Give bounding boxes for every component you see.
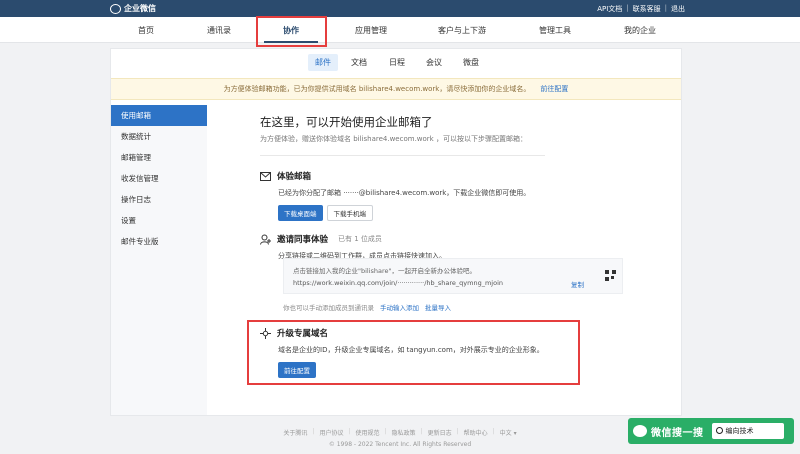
invite-link-box: 点击链接加入我的企业"bilishare"，一起开启全新办公体验吧。 https… <box>283 258 623 294</box>
trial-desc: 已经为你分配了邮箱 ·······@bilishare4.wecom.work，… <box>278 189 531 197</box>
tab-calendar[interactable]: 日程 <box>389 57 405 68</box>
intro: 在这里，可以开始使用企业邮箱了 为方便体验，赠送你体验域名 bilishare4… <box>260 114 660 144</box>
wecom-logo-icon <box>110 3 121 14</box>
tab-drive[interactable]: 微盘 <box>463 57 479 68</box>
brand-name: 企业微信 <box>124 4 156 13</box>
tab-mail[interactable]: 邮件 <box>308 54 338 71</box>
page-subtitle: 为方便体验，赠送你体验域名 bilishare4.wecom.work ，可以按… <box>260 135 527 143</box>
top-links: API文档 | 联系客服 | 退出 <box>597 4 685 14</box>
invite-title: 邀请同事体验 <box>277 235 329 245</box>
sidebar-item-operation-log[interactable]: 操作日志 <box>111 189 207 210</box>
language-select[interactable]: 中文 ▾ <box>500 428 517 437</box>
separator: | <box>312 428 315 435</box>
download-mobile-button[interactable]: 下载手机端 <box>326 205 373 221</box>
highlight-box-domain <box>247 320 580 385</box>
main-nav: 首页 通讯录 协作 应用管理 客户与上下游 管理工具 我的企业 <box>0 17 800 43</box>
manual-add-row: 你也可以手动添加成员到通讯录 手动输入添加 批量导入 <box>283 302 451 312</box>
sidebar-item-use-mail[interactable]: 使用邮箱 <box>111 105 207 126</box>
download-desktop-button[interactable]: 下载桌面端 <box>278 205 323 221</box>
manual-add-link[interactable]: 手动输入添加 <box>380 302 419 312</box>
sidebar-item-send-receive[interactable]: 收发信管理 <box>111 168 207 189</box>
logout-link[interactable]: 退出 <box>671 4 685 14</box>
sidebar-item-mail-pro[interactable]: 邮件专业版 <box>111 231 207 252</box>
qr-code-icon[interactable] <box>605 270 616 281</box>
api-docs-link[interactable]: API文档 <box>597 4 622 14</box>
batch-import-link[interactable]: 批量导入 <box>425 302 451 312</box>
footer-link-help[interactable]: 帮助中心 <box>464 428 488 437</box>
sidebar: 使用邮箱 数据统计 邮箱管理 收发信管理 操作日志 设置 邮件专业版 <box>111 105 207 415</box>
trial-buttons: 下载桌面端 下载手机端 <box>260 205 640 221</box>
watermark-text: 微信搜一搜 <box>651 427 704 439</box>
mail-icon <box>260 171 271 182</box>
nav-contacts[interactable]: 通讯录 <box>207 25 231 36</box>
section-invite: 邀请同事体验 已有 1 位成员 分享链接或二维码到工作群，成员点击链接快速加入。 <box>260 233 640 261</box>
watermark-search-box: 编向技术 <box>711 423 784 439</box>
invite-message: 点击链接加入我的企业"bilishare"，一起开启全新办公体验吧。 <box>293 267 477 275</box>
nav-customers[interactable]: 客户与上下游 <box>438 25 486 36</box>
separator: | <box>384 428 387 435</box>
footer-link-about[interactable]: 关于腾讯 <box>283 428 307 437</box>
nav-app-management[interactable]: 应用管理 <box>355 25 387 36</box>
contact-support-link[interactable]: 联系客服 <box>633 4 661 14</box>
manual-hint: 你也可以手动添加成员到通讯录 <box>283 304 374 312</box>
notice-text: 为方便体验邮箱功能，已为你提供试用域名 bilishare4.wecom.wor… <box>223 85 531 93</box>
separator: | <box>626 4 629 12</box>
page-title: 在这里，可以开始使用企业邮箱了 <box>260 115 433 129</box>
sidebar-item-statistics[interactable]: 数据统计 <box>111 126 207 147</box>
sub-tabs: 邮件 文档 日程 会议 微盘 <box>111 49 681 77</box>
top-bar: 企业微信 API文档 | 联系客服 | 退出 <box>0 0 800 17</box>
separator: | <box>420 428 423 435</box>
member-count: 已有 1 位成员 <box>338 235 382 243</box>
separator: | <box>348 428 351 435</box>
sidebar-item-mailbox-management[interactable]: 邮箱管理 <box>111 147 207 168</box>
tab-docs[interactable]: 文档 <box>351 57 367 68</box>
wechat-search-watermark: 微信搜一搜 编向技术 <box>628 418 794 444</box>
footer-link-changelog[interactable]: 更新日志 <box>428 428 452 437</box>
copy-link-button[interactable]: 复制 <box>571 279 584 289</box>
sidebar-item-settings[interactable]: 设置 <box>111 210 207 231</box>
footer-link-usage[interactable]: 使用规范 <box>355 428 379 437</box>
brand-logo[interactable]: 企业微信 <box>110 3 156 14</box>
invite-url: https://work.weixin.qq.com/join/········… <box>293 279 503 287</box>
separator: | <box>456 428 459 435</box>
trial-title: 体验邮箱 <box>277 172 312 182</box>
notice-config-link[interactable]: 前往配置 <box>540 85 568 93</box>
wechat-logo-icon <box>633 425 647 437</box>
invite-title-row: 邀请同事体验 已有 1 位成员 <box>260 233 640 245</box>
nav-management-tools[interactable]: 管理工具 <box>539 25 571 36</box>
footer-link-privacy[interactable]: 隐私政策 <box>392 428 416 437</box>
section-trial-mailbox: 体验邮箱 已经为你分配了邮箱 ·······@bilishare4.wecom.… <box>260 170 640 221</box>
tab-meeting[interactable]: 会议 <box>426 57 442 68</box>
add-user-icon <box>260 234 271 245</box>
separator: | <box>664 4 667 12</box>
nav-home[interactable]: 首页 <box>138 25 154 36</box>
separator: | <box>492 428 495 435</box>
footer-link-terms[interactable]: 用户协议 <box>319 428 343 437</box>
highlight-box-nav <box>256 16 327 47</box>
trial-domain-notice: 为方便体验邮箱功能，已为你提供试用域名 bilishare4.wecom.wor… <box>111 78 681 100</box>
nav-my-enterprise[interactable]: 我的企业 <box>624 25 656 36</box>
trial-title-row: 体验邮箱 <box>260 170 640 182</box>
divider <box>260 155 545 156</box>
